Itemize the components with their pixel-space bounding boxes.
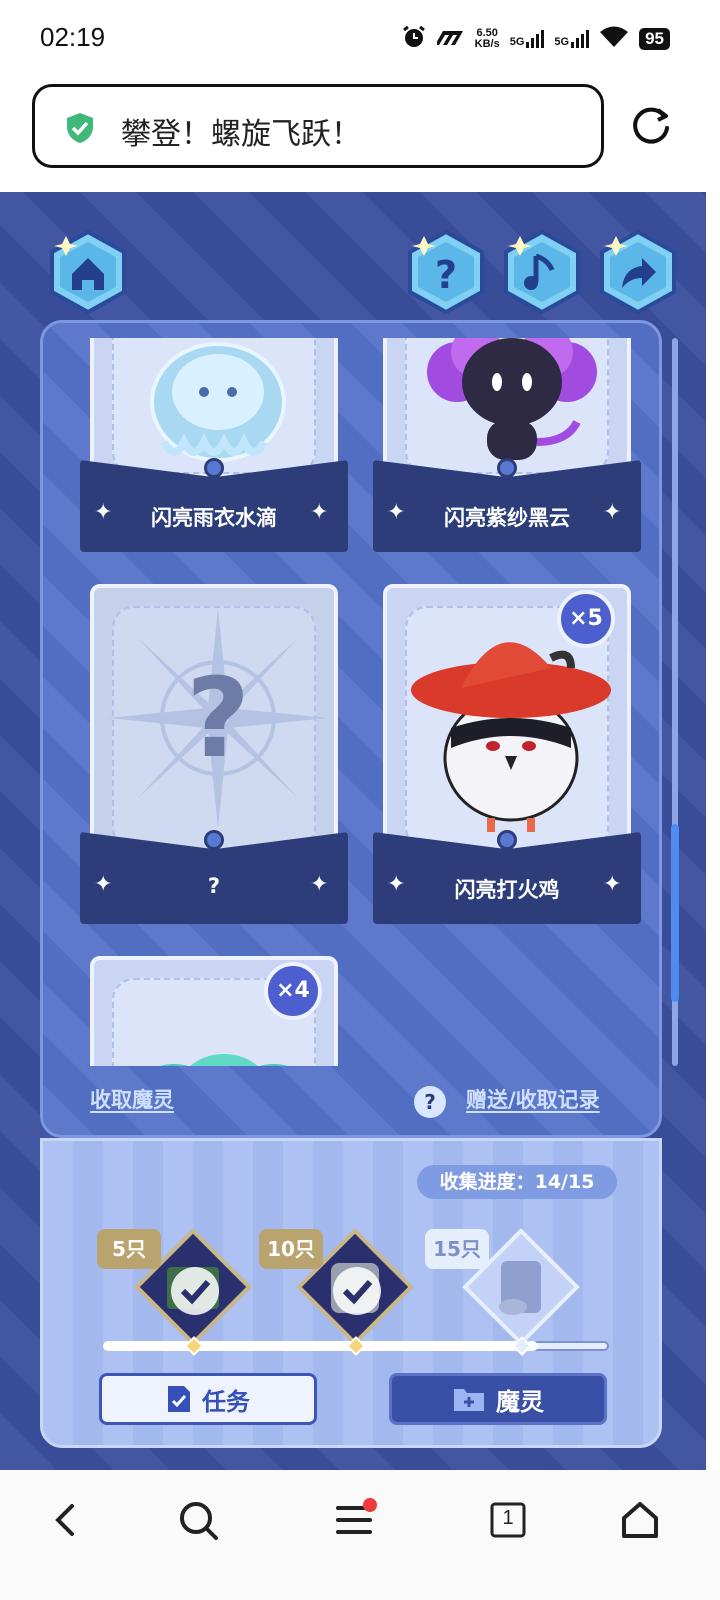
address-bar[interactable]: 攀登！螺旋飞跃！ (32, 84, 604, 168)
music-note-icon (504, 229, 580, 315)
share-arrow-icon (600, 229, 676, 315)
svg-text:?: ? (435, 253, 457, 297)
milestone-tag: 10只 (259, 1229, 323, 1269)
signal-2-label: 5G (554, 36, 570, 48)
spirit-button[interactable]: 魔灵 (389, 1373, 607, 1425)
nameplate-dot (497, 458, 517, 478)
milestone-tag: 5只 (97, 1229, 161, 1269)
signal-1-label: 5G (509, 36, 525, 48)
card-art (90, 338, 338, 478)
droplet-creature-icon (150, 342, 286, 462)
nameplate-dot (497, 830, 517, 850)
reload-icon[interactable] (628, 104, 674, 150)
signal-bars-icon (571, 30, 590, 48)
nameplate-dot (204, 458, 224, 478)
task-button-label: 任务 (202, 1387, 250, 1416)
status-time: 02:19 (40, 22, 106, 52)
tabs-button[interactable]: 1 (486, 1498, 530, 1542)
card-teal-creature[interactable]: ×4 (80, 956, 348, 1066)
document-check-icon (168, 1386, 190, 1412)
progress-fill (103, 1341, 538, 1351)
milestone-tag: 15只 (425, 1229, 489, 1269)
signal-1: 5G (510, 30, 545, 48)
card-art (383, 338, 631, 478)
shield-check-icon (67, 113, 93, 143)
task-button[interactable]: 任务 (99, 1373, 317, 1425)
fire-turkey-creature-icon (411, 642, 611, 832)
music-button[interactable] (500, 229, 584, 315)
collection-progress-pill: 收集进度：14/15 (417, 1165, 617, 1199)
scrollbar-thumb[interactable] (671, 824, 679, 1002)
count-badge: ×5 (557, 590, 615, 648)
collect-spirit-link[interactable]: 收取魔灵 (90, 1084, 174, 1114)
status-bar: 02:19 6.50 KB/s 5G 5G 95 (0, 0, 720, 78)
progress-label: 收集进度： (439, 1171, 535, 1193)
notification-dot (363, 1498, 377, 1512)
card-raincoat-droplet[interactable]: ✦ ✦ 闪亮雨衣水滴 (80, 338, 348, 552)
home-button[interactable] (46, 229, 130, 315)
battery-indicator: 95 (639, 28, 670, 50)
dark-cloud-creature-icon (427, 338, 597, 460)
nameplate-dot (204, 830, 224, 850)
card-fire-turkey[interactable]: ×5 ✦ ✦ 闪亮打火鸡 (373, 584, 641, 924)
status-icons: 6.50 KB/s 5G 5G 95 (401, 24, 670, 54)
net-speed-unit: KB/s (474, 38, 500, 50)
back-icon[interactable] (44, 1498, 88, 1542)
card-grid: ✦ ✦ 闪亮雨衣水滴 ✦ ✦ 闪亮紫纱黑云 ? ✦ ✦ ? ×5 ✦ ✦ 闪亮打… (44, 338, 656, 1066)
card-unknown[interactable]: ? ✦ ✦ ? (80, 584, 348, 924)
page-title: 攀登！螺旋飞跃！ (121, 117, 361, 152)
card-name: 闪亮打火鸡 (454, 878, 560, 902)
share-button[interactable] (596, 229, 680, 315)
card-name: ? (207, 874, 221, 898)
tab-count: 1 (502, 1507, 514, 1529)
wifi-icon (599, 25, 629, 54)
svg-text:?: ? (186, 654, 250, 782)
card-art: ? (90, 584, 338, 854)
signal-bars-icon (526, 30, 545, 48)
count-badge: ×4 (264, 962, 322, 1020)
question-icon: ? (408, 229, 484, 315)
card-name: 闪亮紫纱黑云 (444, 506, 570, 530)
help-circle-icon[interactable]: ? (414, 1086, 446, 1118)
help-button[interactable]: ? (404, 229, 488, 315)
home-icon[interactable] (618, 1498, 662, 1542)
progress-value: 14/15 (534, 1171, 595, 1193)
locked-placeholder-icon: ? (108, 608, 328, 828)
spirit-button-label: 魔灵 (496, 1387, 544, 1416)
folder-add-icon (454, 1389, 484, 1411)
collection-progress-panel: 收集进度：14/15 5只 10只 15只 任务 魔灵 (40, 1138, 662, 1448)
gift-records-link[interactable]: 赠送/收取记录 (466, 1084, 600, 1114)
teal-creature-icon (159, 1054, 289, 1066)
net-speed: 6.50 KB/s (475, 28, 500, 50)
game-area: ? ✦ ✦ 闪亮雨衣水滴 ✦ ✦ 闪亮紫纱黑云 ? ✦ ✦ ? ×5 ✦ ✦ 闪… (0, 192, 706, 1470)
carrier-icon (434, 27, 465, 52)
card-name: 闪亮雨衣水滴 (151, 506, 277, 530)
alarm-icon (401, 24, 427, 55)
search-icon[interactable] (176, 1498, 220, 1542)
home-icon (50, 229, 126, 315)
card-violet-dark-cloud[interactable]: ✦ ✦ 闪亮紫纱黑云 (373, 338, 641, 552)
signal-2: 5G (554, 30, 590, 48)
bottom-navigation: 1 (0, 1470, 720, 1600)
